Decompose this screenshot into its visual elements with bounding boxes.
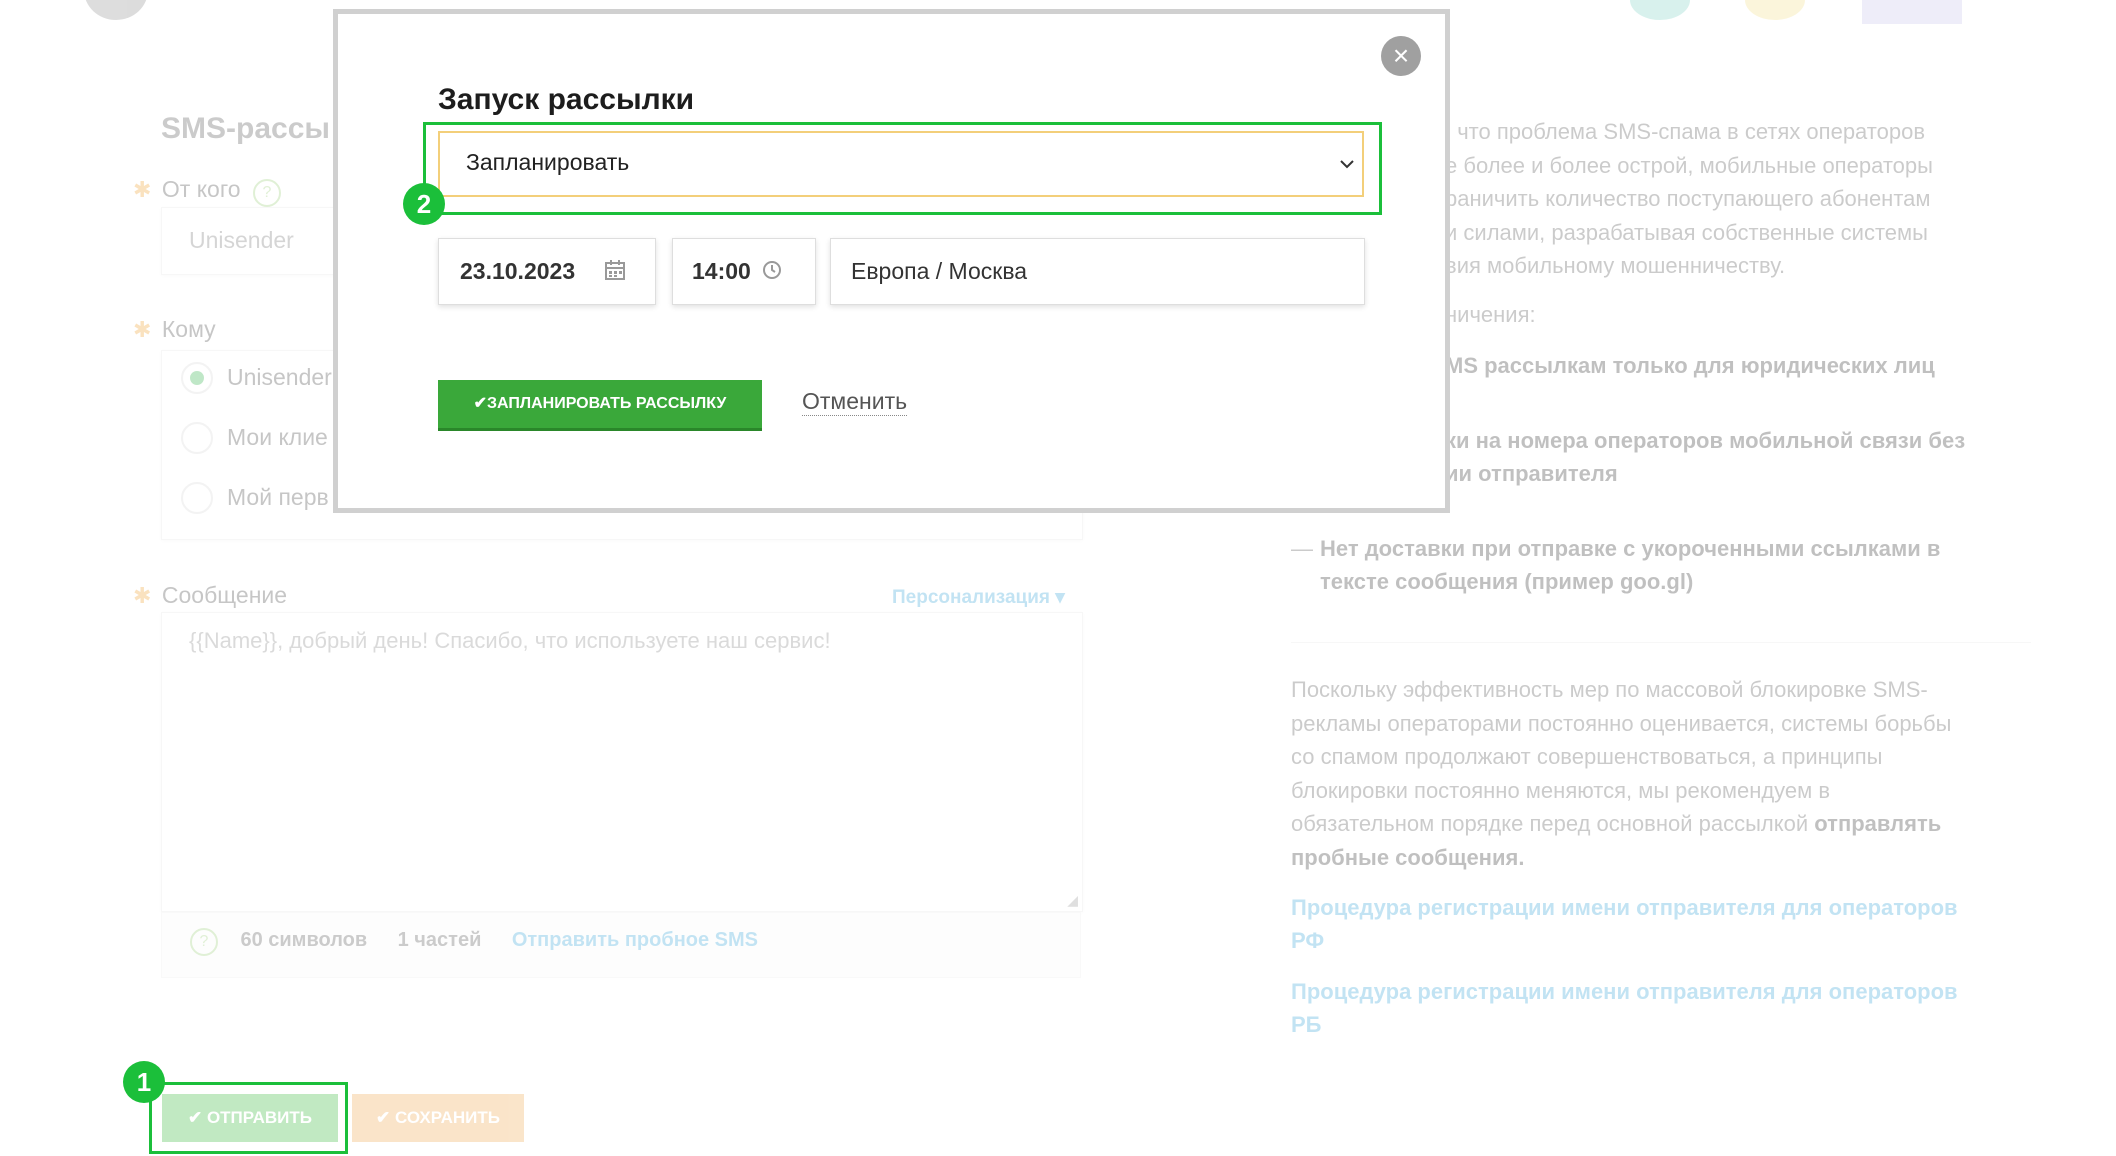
personalization-label: Персонализация (892, 587, 1051, 608)
info-line: и силами, разрабатывая собственные систе… (1445, 219, 1928, 245)
info-line: обязательном порядке перед основной расс… (1291, 807, 1951, 841)
recipient-radio-3[interactable] (181, 482, 213, 514)
schedule-mailing-label: ЗАПЛАНИРОВАТЬ РАССЫЛКУ (487, 395, 727, 412)
save-button[interactable]: ✔ СОХРАНИТЬ (352, 1094, 524, 1142)
step-badge-1: 1 (123, 1061, 165, 1103)
save-button-label: СОХРАНИТЬ (394, 1108, 500, 1127)
avatar[interactable] (84, 0, 148, 20)
link-line: РБ (1291, 1012, 1322, 1037)
restriction-3-line: Нет доставки при отправке с укороченными… (1320, 536, 1941, 561)
required-asterisk: ✱ (133, 317, 152, 342)
registration-link-rf[interactable]: Процедура регистрации имени отправителя … (1291, 891, 1958, 957)
from-field[interactable]: Unisender (161, 207, 343, 275)
check-icon: ✔ (473, 395, 487, 412)
parts-count: 1 частей (397, 929, 482, 952)
info-emphasis: пробные сообщения. (1291, 844, 1525, 870)
header-button-purple[interactable] (1862, 0, 1962, 24)
header-icon-yellow[interactable] (1745, 0, 1805, 20)
info-text: обязательном порядке перед основной расс… (1291, 811, 1815, 836)
recipient-option-label-1[interactable]: Unisender (227, 364, 332, 391)
info-line: е более и более острой, мобильные операт… (1445, 152, 1933, 178)
info-line: рекламы операторами постоянно оцениваетс… (1291, 710, 1952, 736)
page-title: SMS-рассы (161, 112, 330, 145)
info-line: блокировки постоянно меняются, мы рекоме… (1291, 777, 1831, 803)
restrictions-label: ничения: (1445, 302, 1536, 327)
check-icon: ✔ (376, 1108, 395, 1127)
symbol-count: 60 символов (240, 929, 368, 952)
registration-link-rb[interactable]: Процедура регистрации имени отправителя … (1291, 975, 1958, 1041)
calendar-icon[interactable] (604, 259, 626, 281)
modal-title: Запуск рассылки (438, 83, 695, 116)
cancel-link[interactable]: Отменить (802, 388, 908, 416)
restriction-2-line: ки на номера операторов мобильной связи … (1445, 428, 1966, 453)
link-line: Процедура регистрации имени отправителя … (1291, 979, 1958, 1004)
info-line: вия мобильному мошенничеству. (1445, 253, 1786, 278)
info-line: со спамом продолжают совершенствоваться,… (1291, 744, 1883, 769)
recipient-option-label-3[interactable]: Мой перв (227, 484, 329, 511)
restriction-3-line: тексте сообщения (пример goo.gl) (1320, 569, 1694, 594)
restriction-3: Нет доставки при отправке с укороченными… (1320, 532, 1940, 598)
info-line: Поскольку эффективность мер по массовой … (1291, 677, 1928, 702)
info-paragraph: Поскольку эффективность мер по массовой … (1291, 673, 1951, 874)
divider (1291, 642, 2031, 643)
recipient-option-label-2[interactable]: Мои клие (227, 424, 328, 451)
message-textarea[interactable]: {{Name}}, добрый день! Спасибо, что испо… (161, 612, 1083, 912)
recipient-radio-1[interactable] (181, 362, 213, 394)
send-test-sms-link[interactable]: Отправить пробное SMS (512, 929, 758, 951)
step-badge-2: 2 (403, 183, 445, 225)
help-icon[interactable]: ? (252, 178, 281, 207)
personalization-dropdown[interactable]: Персонализация ▾ (892, 586, 1065, 609)
message-label: Сообщение (161, 582, 288, 608)
to-label-row: ✱ Кому (133, 316, 216, 343)
dash-bullet: — (1291, 536, 1313, 561)
link-line: РФ (1291, 928, 1325, 953)
info-line: раничить количество поступающего абонент… (1445, 186, 1931, 211)
recipient-radio-2[interactable] (181, 422, 213, 454)
clock-icon[interactable] (762, 260, 782, 280)
header-icon-teal[interactable] (1630, 0, 1690, 20)
to-label: Кому (161, 316, 216, 342)
from-label-row: ✱ От кого ? (133, 176, 281, 207)
message-counter-row: ? 60 символов 1 частей Отправить пробное… (190, 928, 758, 956)
message-label-row: ✱ Сообщение (133, 582, 287, 609)
timezone-value: Европа / Москва (851, 258, 1028, 284)
help-icon[interactable]: ? (190, 928, 218, 956)
required-asterisk: ✱ (133, 177, 152, 202)
required-asterisk: ✱ (133, 583, 152, 608)
message-text: {{Name}}, добрый день! Спасибо, что испо… (189, 628, 831, 653)
info-intro: , что проблема SMS-спама в сетях операто… (1445, 115, 1933, 283)
resize-handle-icon[interactable]: ◢ (1067, 892, 1078, 909)
restriction-2: ки на номера операторов мобильной связи … (1445, 424, 1965, 490)
time-value: 14:00 (692, 258, 751, 284)
close-icon[interactable]: × (1381, 36, 1421, 76)
info-line: , что проблема SMS-спама в сетях операто… (1445, 119, 1926, 144)
restriction-2-line: ии отправителя (1445, 461, 1618, 486)
restriction-1: MS рассылкам только для юридических лиц (1445, 353, 1935, 378)
highlight-send-button (149, 1082, 348, 1154)
from-label: От кого (161, 176, 241, 202)
schedule-mailing-button[interactable]: ✔ЗАПЛАНИРОВАТЬ РАССЫЛКУ (438, 380, 762, 428)
link-line: Процедура регистрации имени отправителя … (1291, 895, 1958, 920)
highlight-launch-mode (423, 122, 1382, 215)
from-field-value: Unisender (189, 227, 294, 253)
caret-down-icon: ▾ (1050, 587, 1065, 608)
info-emphasis: отправлять (1814, 811, 1942, 836)
date-value: 23.10.2023 (460, 258, 576, 284)
